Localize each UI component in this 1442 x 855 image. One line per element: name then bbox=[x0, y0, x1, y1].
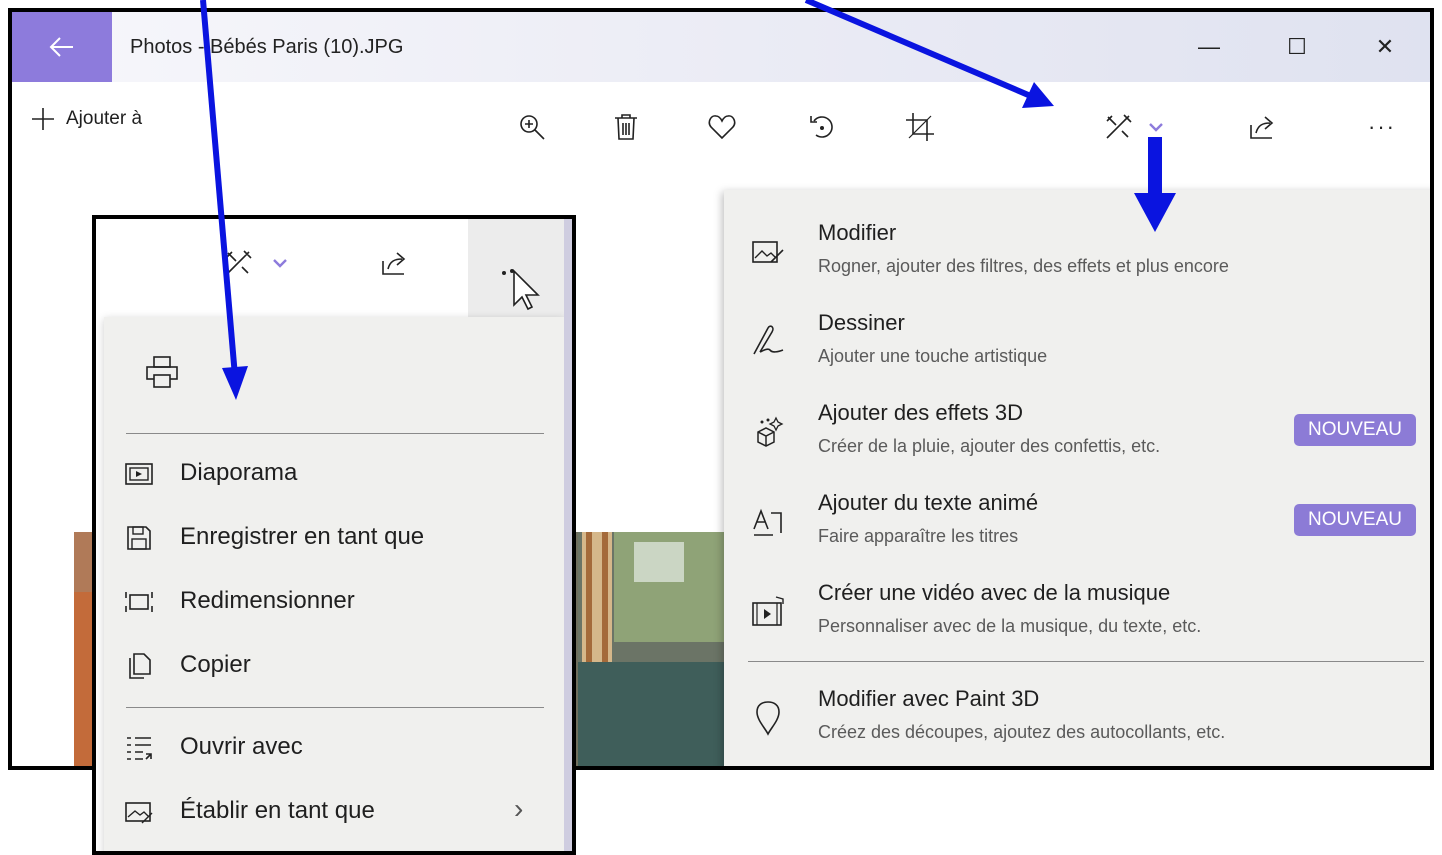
edit-create-button[interactable] bbox=[1094, 104, 1174, 150]
crop-icon bbox=[906, 113, 934, 141]
chevron-down-icon bbox=[273, 259, 287, 268]
share-button[interactable] bbox=[1238, 104, 1286, 150]
edit-menu-item-subtitle: Ajouter une touche artistique bbox=[818, 346, 1048, 366]
draw-pen-icon bbox=[748, 322, 788, 362]
add-to-button[interactable]: Ajouter à bbox=[32, 108, 142, 130]
more-menu-item-label: Enregistrer en tant que bbox=[180, 523, 425, 550]
maximize-button[interactable]: ☐ bbox=[1252, 12, 1342, 82]
edit-create-button[interactable] bbox=[224, 249, 288, 277]
more-button[interactable] bbox=[468, 219, 564, 317]
chevron-down-icon bbox=[1149, 123, 1163, 132]
new-badge: NOUVEAU bbox=[1294, 504, 1416, 536]
more-menu-item-etablir[interactable]: Établir en tant que › bbox=[104, 781, 564, 845]
more-menu-item-label: Redimensionner bbox=[180, 587, 355, 614]
menu-divider bbox=[126, 707, 544, 708]
crop-button[interactable] bbox=[896, 104, 944, 150]
edit-create-icon bbox=[226, 250, 252, 275]
rotate-icon bbox=[810, 116, 833, 138]
edit-menu-item-effets-3d[interactable]: Ajouter des effets 3D Créer de la pluie,… bbox=[724, 390, 1430, 478]
video-music-icon bbox=[748, 592, 788, 632]
more-button[interactable]: ··· bbox=[1352, 104, 1412, 150]
print-button[interactable] bbox=[144, 355, 180, 394]
more-menu-inset: Diaporama Enregistrer en tant que Redime… bbox=[92, 215, 576, 855]
add-to-label: Ajouter à bbox=[66, 108, 143, 129]
effects-3d-icon bbox=[748, 412, 788, 452]
more-menu-item-diaporama[interactable]: Diaporama bbox=[104, 443, 564, 507]
back-arrow-icon bbox=[49, 37, 73, 57]
favorite-heart-icon bbox=[708, 115, 736, 140]
toolbar: Ajouter à ··· bbox=[12, 82, 1430, 182]
edit-menu-item-title: Dessiner bbox=[818, 310, 905, 335]
edit-menu-item-subtitle: Rogner, ajouter des filtres, des effets … bbox=[818, 256, 1229, 276]
more-menu-item-redimensionner[interactable]: Redimensionner bbox=[104, 571, 564, 635]
menu-divider bbox=[126, 433, 544, 434]
edit-menu-item-dessiner[interactable]: Dessiner Ajouter une touche artistique bbox=[724, 300, 1430, 388]
edit-create-dropdown: Modifier Rogner, ajouter des filtres, de… bbox=[724, 190, 1430, 766]
inset-toolbar bbox=[96, 219, 572, 317]
more-menu-item-label: Diaporama bbox=[180, 459, 298, 486]
edit-menu-item-subtitle: Créez des découpes, ajoutez des autocoll… bbox=[818, 722, 1226, 742]
window-title: Photos - Bébés Paris (10).JPG bbox=[130, 36, 404, 58]
edit-menu-item-title: Modifier bbox=[818, 220, 897, 245]
copy-icon bbox=[122, 649, 156, 683]
zoom-in-button[interactable] bbox=[508, 104, 556, 150]
more-menu-item-label: Ouvrir avec bbox=[180, 733, 303, 760]
menu-divider bbox=[748, 661, 1424, 662]
back-button[interactable] bbox=[12, 12, 112, 82]
edit-menu-item-subtitle: Personnaliser avec de la musique, du tex… bbox=[818, 616, 1202, 636]
more-menu-item-enregistrer[interactable]: Enregistrer en tant que bbox=[104, 507, 564, 571]
save-icon bbox=[122, 521, 156, 555]
edit-menu-item-title: Ajouter des effets 3D bbox=[818, 400, 1024, 425]
edit-menu-item-subtitle: Créer de la pluie, ajouter des confettis… bbox=[818, 436, 1161, 456]
set-as-icon bbox=[122, 795, 156, 829]
resize-icon bbox=[122, 585, 156, 619]
favorite-button[interactable] bbox=[698, 104, 746, 150]
edit-menu-item-modifier[interactable]: Modifier Rogner, ajouter des filtres, de… bbox=[724, 210, 1430, 298]
plus-icon bbox=[32, 108, 54, 130]
delete-button[interactable] bbox=[602, 104, 650, 150]
title-bar: Photos - Bébés Paris (10).JPG — ☐ ✕ bbox=[12, 12, 1430, 82]
edit-photo-icon bbox=[748, 232, 788, 272]
more-dropdown: Diaporama Enregistrer en tant que Redime… bbox=[104, 317, 564, 851]
scrollbar[interactable] bbox=[564, 219, 572, 851]
share-icon bbox=[382, 252, 406, 275]
chevron-right-icon: › bbox=[514, 793, 524, 824]
paint-3d-icon bbox=[748, 698, 788, 738]
cursor-pointer-icon bbox=[502, 269, 540, 311]
close-button[interactable]: ✕ bbox=[1340, 12, 1430, 82]
new-badge: NOUVEAU bbox=[1294, 414, 1416, 446]
open-with-icon bbox=[122, 731, 156, 765]
edit-menu-item-title: Modifier avec Paint 3D bbox=[818, 686, 1040, 711]
rotate-button[interactable] bbox=[798, 104, 846, 150]
edit-menu-item-title: Créer une vidéo avec de la musique bbox=[818, 580, 1171, 605]
edit-menu-item-title: Ajouter du texte animé bbox=[818, 490, 1039, 515]
delete-icon bbox=[615, 114, 637, 140]
zoom-in-icon bbox=[520, 115, 545, 140]
share-button[interactable] bbox=[380, 249, 408, 282]
edit-menu-item-paint-3d[interactable]: Modifier avec Paint 3D Créez des découpe… bbox=[724, 676, 1430, 764]
edit-menu-item-texte-anime[interactable]: Ajouter du texte animé Faire apparaître … bbox=[724, 480, 1430, 568]
more-menu-item-copier[interactable]: Copier bbox=[104, 635, 564, 699]
edit-menu-item-video-musique[interactable]: Créer une vidéo avec de la musique Perso… bbox=[724, 570, 1430, 658]
slideshow-icon bbox=[122, 457, 156, 491]
print-icon bbox=[146, 356, 178, 388]
more-menu-item-ouvrir-avec[interactable]: Ouvrir avec bbox=[104, 717, 564, 781]
more-menu-item-label: Établir en tant que bbox=[180, 797, 375, 824]
minimize-button[interactable]: — bbox=[1164, 12, 1254, 82]
edit-create-icon bbox=[1106, 114, 1132, 139]
more-menu-item-label: Copier bbox=[180, 651, 251, 678]
animated-text-icon bbox=[748, 502, 788, 542]
share-icon bbox=[1250, 116, 1274, 139]
edit-menu-item-subtitle: Faire apparaître les titres bbox=[818, 526, 1019, 546]
